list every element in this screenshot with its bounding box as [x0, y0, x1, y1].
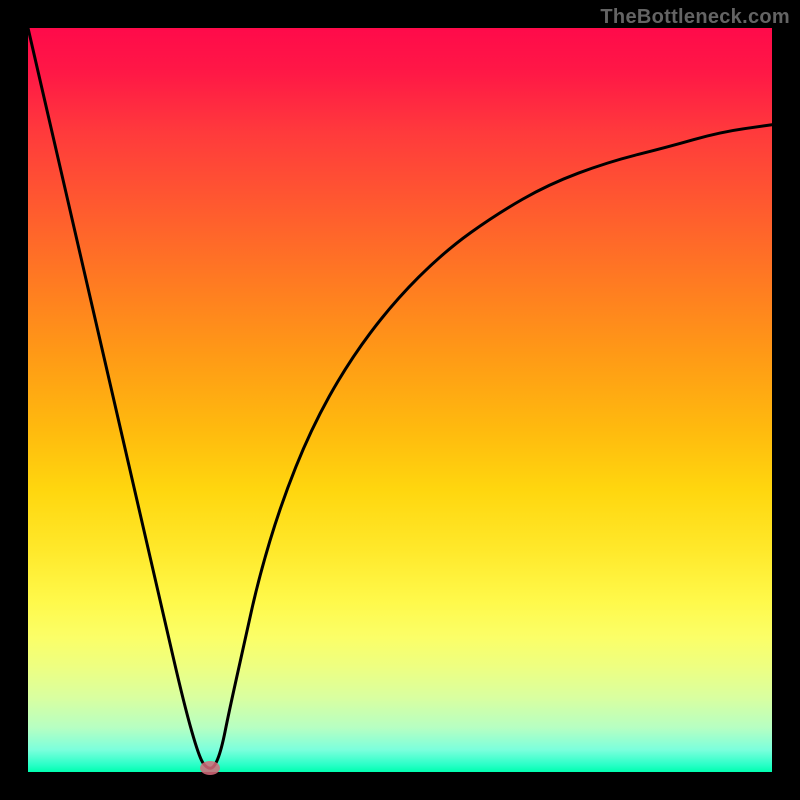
valley-marker — [200, 761, 220, 775]
chart-frame: TheBottleneck.com — [0, 0, 800, 800]
plot-area — [28, 28, 772, 772]
gradient-background — [28, 28, 772, 772]
watermark-text: TheBottleneck.com — [600, 6, 790, 29]
